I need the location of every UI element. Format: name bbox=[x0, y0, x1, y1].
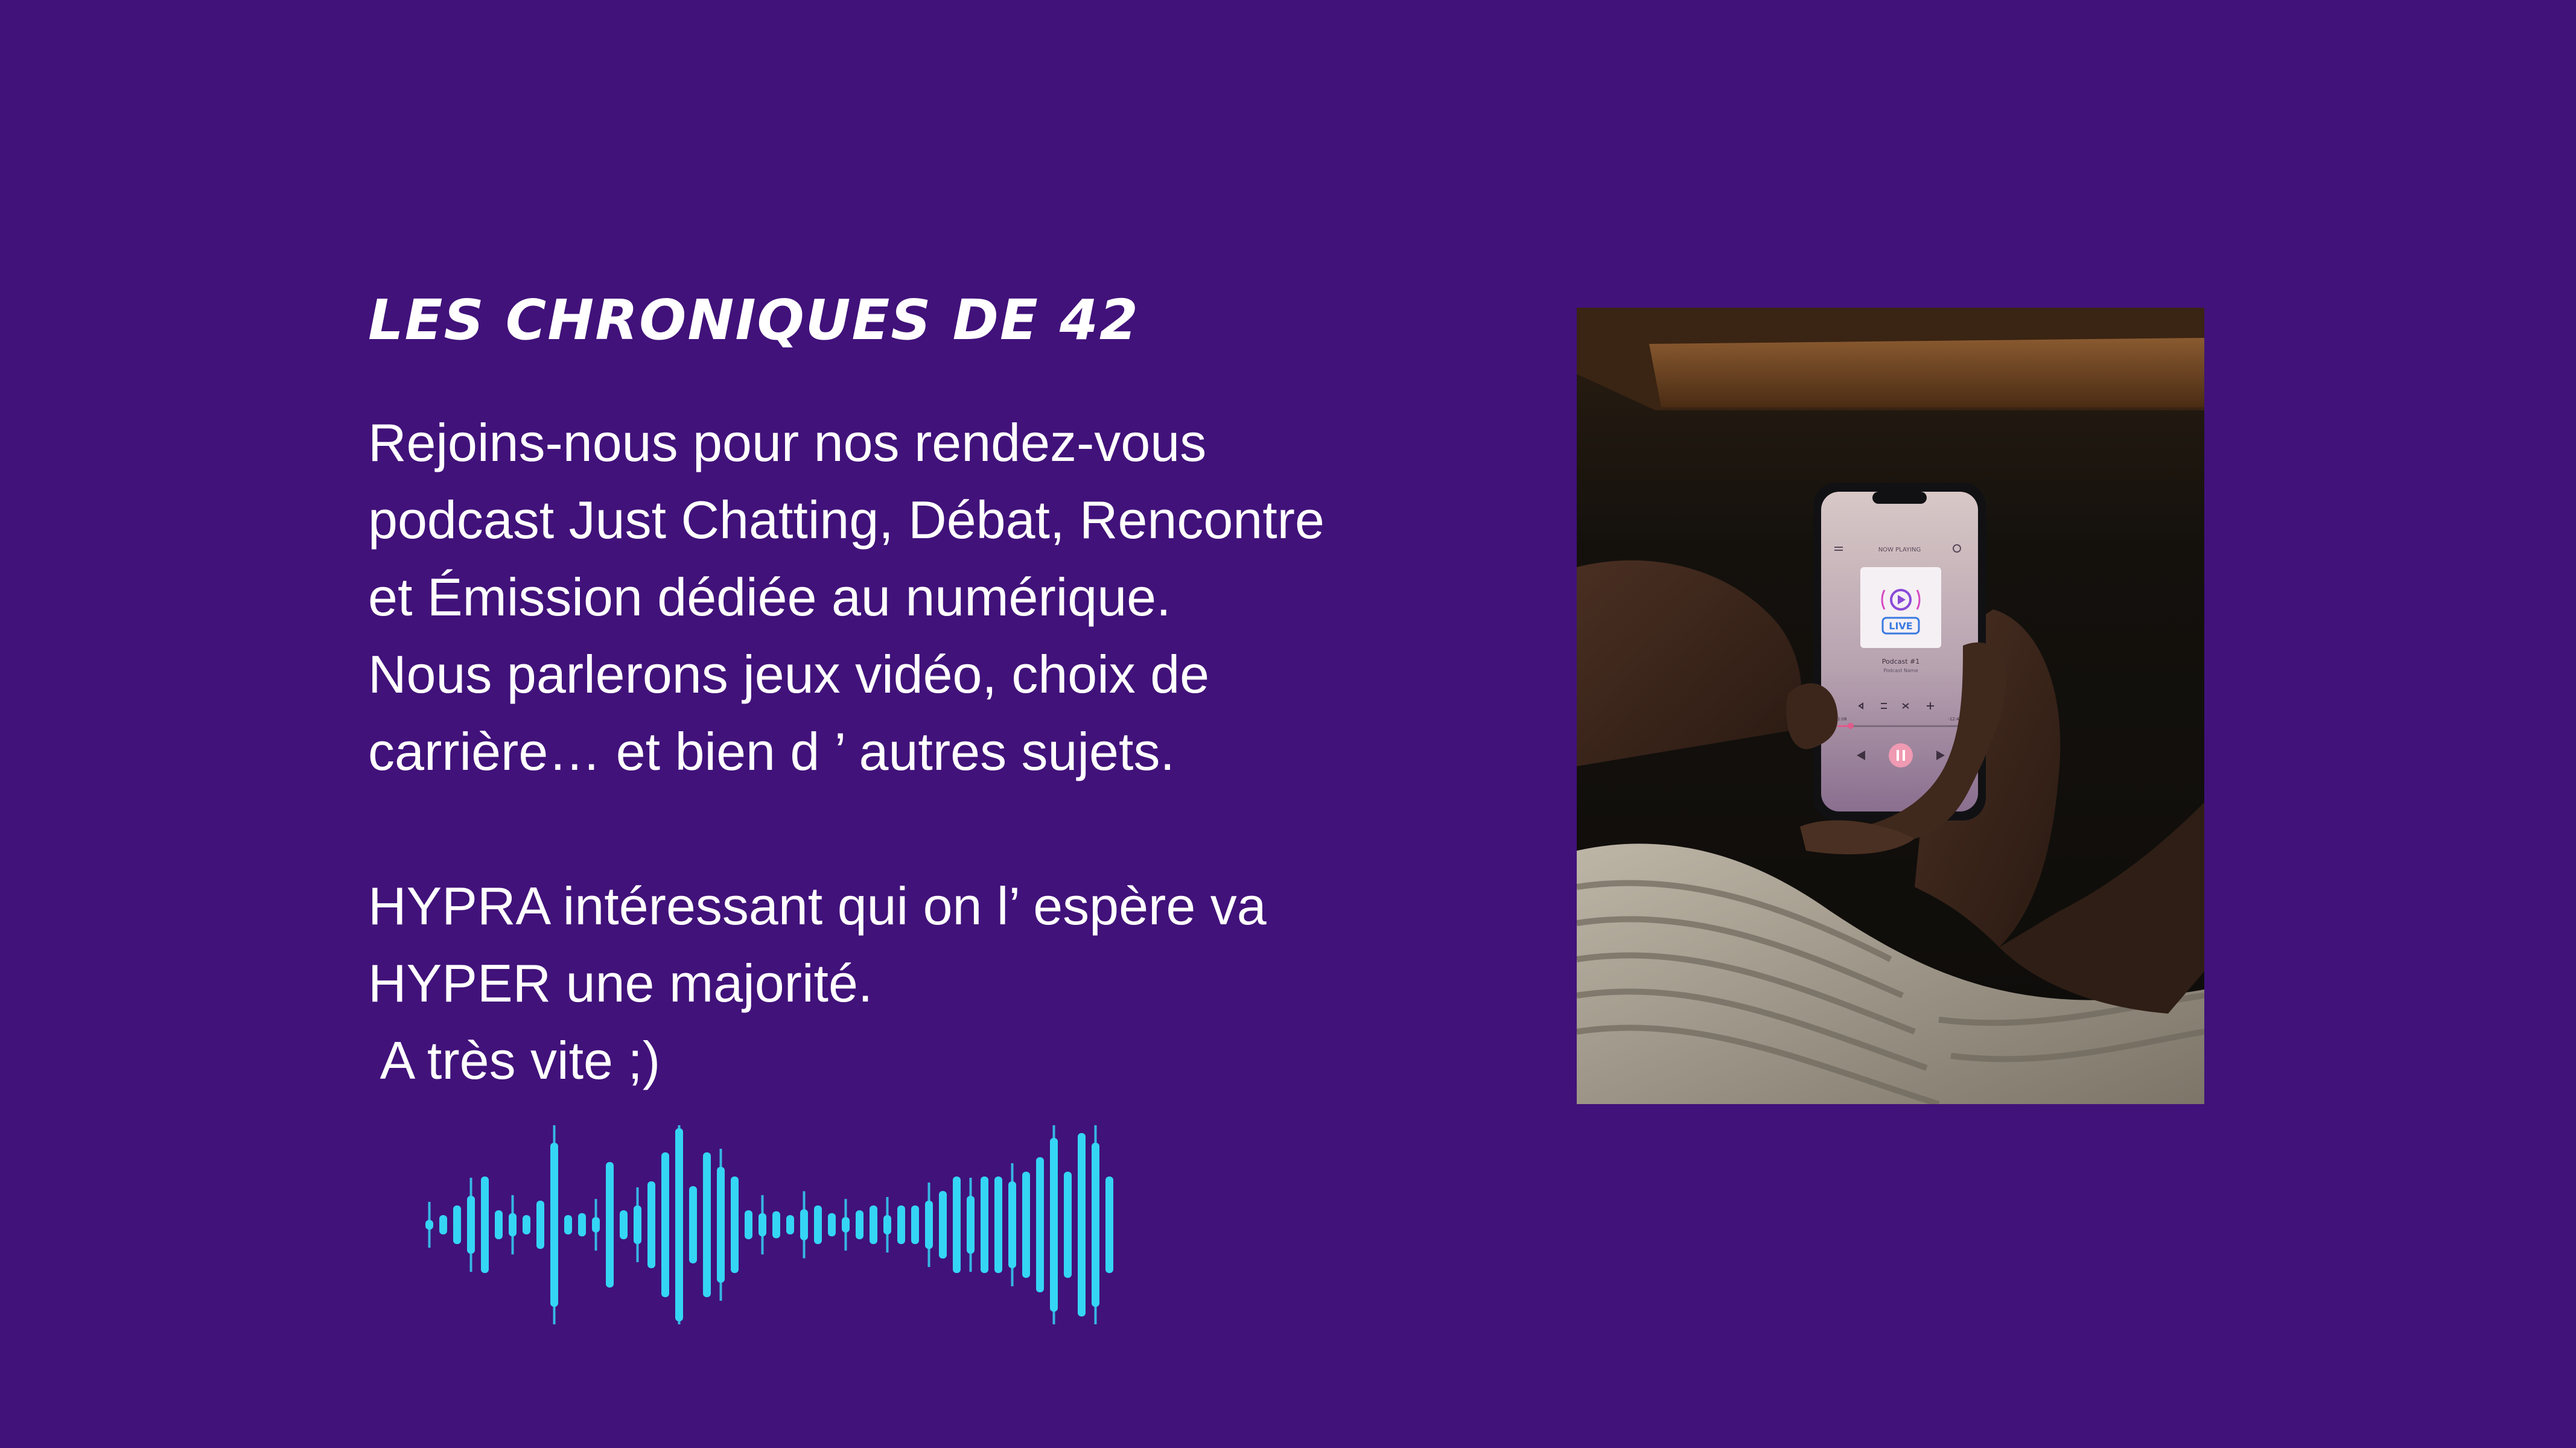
waveform-bar bbox=[439, 1215, 447, 1234]
waveform-bar bbox=[703, 1152, 711, 1297]
waveform-bar bbox=[856, 1210, 863, 1239]
page-title: LES CHRONIQUES DE 42 bbox=[368, 288, 1139, 352]
pause-icon bbox=[1889, 743, 1913, 767]
track-subtitle: Podcast Name bbox=[1883, 668, 1918, 673]
waveform-spike bbox=[511, 1195, 514, 1255]
waveform-bar bbox=[453, 1205, 461, 1244]
live-badge: LIVE bbox=[1889, 620, 1912, 632]
waveform-spike bbox=[719, 1149, 722, 1301]
phone-header-text: NOW PLAYING bbox=[1878, 547, 1921, 553]
description-line: podcast Just Chatting, Débat, Rencontre bbox=[368, 490, 1325, 550]
waveform-spike bbox=[1094, 1125, 1097, 1324]
waveform-bar bbox=[495, 1210, 503, 1239]
photo-illustration: NOW PLAYING LIVE Podcast #1 Podcast Name… bbox=[1577, 308, 2204, 1104]
waveform-bar bbox=[870, 1205, 877, 1244]
waveform-spike bbox=[761, 1195, 764, 1255]
description-line: et Émission dédiée au numérique. bbox=[368, 567, 1171, 627]
waveform-bar bbox=[939, 1191, 947, 1259]
podcast-live-phone-photo: NOW PLAYING LIVE Podcast #1 Podcast Name… bbox=[1577, 308, 2204, 1104]
waveform-bar bbox=[536, 1201, 544, 1249]
description-line: Rejoins-nous pour nos rendez-vous bbox=[368, 413, 1207, 472]
waveform-bar bbox=[606, 1162, 614, 1288]
track-title: Podcast #1 bbox=[1882, 658, 1920, 665]
waveform-bar bbox=[578, 1213, 586, 1237]
waveform-bar bbox=[481, 1176, 489, 1273]
waveform-bar bbox=[772, 1211, 780, 1239]
waveform-spike bbox=[553, 1125, 556, 1324]
waveform-bar bbox=[1064, 1172, 1072, 1278]
waveform-bar bbox=[523, 1215, 530, 1234]
waveform-spike bbox=[886, 1197, 889, 1253]
closing-line: HYPER une majorité. bbox=[368, 953, 873, 1013]
description-line: Nous parlerons jeux vidéo, choix de bbox=[368, 644, 1210, 704]
waveform-bar bbox=[994, 1176, 1002, 1273]
waveform-spike bbox=[844, 1199, 847, 1251]
waveform-bar bbox=[661, 1152, 669, 1297]
waveform-spike bbox=[969, 1178, 972, 1272]
waveform-bar bbox=[828, 1213, 836, 1237]
closing-line: A très vite ;) bbox=[368, 1030, 661, 1090]
waveform-bar bbox=[1036, 1157, 1044, 1292]
waveform-bar bbox=[1105, 1176, 1113, 1273]
waveform-spike bbox=[927, 1183, 930, 1267]
waveform-bar bbox=[1078, 1133, 1086, 1316]
waveform-bar bbox=[786, 1215, 794, 1234]
time-elapsed: 1:08 bbox=[1837, 717, 1847, 722]
waveform-spike bbox=[803, 1191, 806, 1259]
waveform-bar bbox=[981, 1176, 988, 1273]
waveform-bar bbox=[564, 1215, 572, 1234]
waveform-spike bbox=[1052, 1125, 1055, 1324]
waveform-spike bbox=[1011, 1163, 1014, 1286]
closing-line: HYPRA intéressant qui on l’ espère va bbox=[368, 876, 1267, 936]
waveform-spike bbox=[469, 1178, 472, 1272]
waveform-bar bbox=[814, 1205, 822, 1244]
waveform-spike bbox=[428, 1202, 431, 1248]
waveform-spike bbox=[636, 1187, 639, 1262]
waveform-bar bbox=[647, 1181, 655, 1268]
waveform-bar bbox=[953, 1176, 961, 1273]
waveform-bar bbox=[1022, 1172, 1030, 1278]
waveform-bar bbox=[620, 1210, 628, 1239]
description-text: Rejoins-nous pour nos rendez-vous podcas… bbox=[368, 404, 1364, 1099]
waveform-bar bbox=[731, 1176, 739, 1273]
waveform-spike bbox=[594, 1199, 597, 1251]
description-line: carrière… et bien d ’ autres sujets. bbox=[368, 722, 1175, 781]
waveform-bar bbox=[911, 1205, 919, 1244]
waveform-bar bbox=[897, 1205, 905, 1244]
waveform-bar bbox=[689, 1186, 697, 1263]
sound-waveform-icon bbox=[425, 1125, 1113, 1324]
waveform-bar bbox=[745, 1210, 752, 1239]
waveform-spike bbox=[678, 1125, 681, 1324]
